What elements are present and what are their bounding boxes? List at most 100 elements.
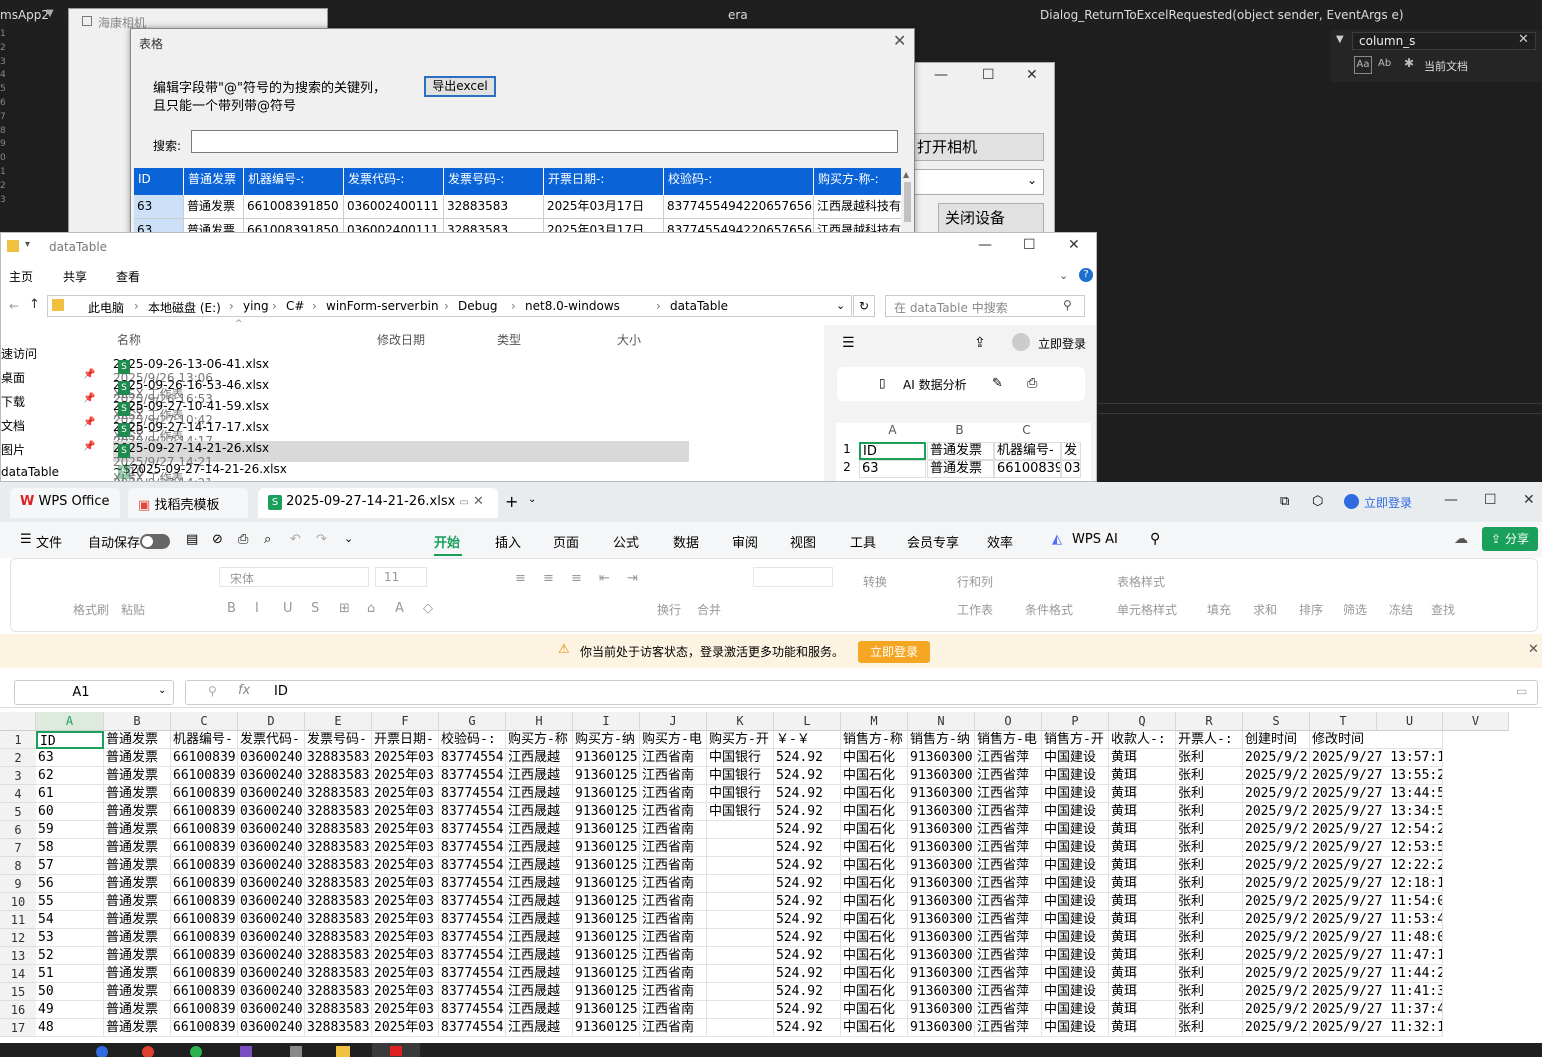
breadcrumb-item[interactable]: bin bbox=[420, 299, 439, 313]
cell[interactable]: 江西晟越 bbox=[506, 803, 573, 821]
cell[interactable]: 03600240 bbox=[238, 785, 305, 803]
column-header[interactable]: 大小 bbox=[617, 331, 641, 348]
visual-studio-icon[interactable] bbox=[240, 1046, 252, 1057]
cell[interactable]: 江西晟越 bbox=[506, 839, 573, 857]
cell[interactable]: 524.92 bbox=[774, 893, 841, 911]
close-icon[interactable]: ✕ bbox=[893, 31, 906, 50]
maximize-icon[interactable]: ☐ bbox=[1023, 237, 1036, 253]
fill-color-icon[interactable]: ⌂ bbox=[367, 601, 375, 616]
cell[interactable]: 普通发票 bbox=[104, 947, 171, 965]
cell[interactable]: 中国石化 bbox=[841, 767, 908, 785]
grid-header[interactable]: 购买方-称-: bbox=[814, 168, 904, 195]
chevron-down-icon[interactable]: ⌄ bbox=[528, 494, 536, 505]
grid-cell[interactable]: 32883583 bbox=[444, 195, 544, 219]
cell[interactable]: 普通发票 bbox=[104, 803, 171, 821]
cell[interactable]: 江西晟越 bbox=[506, 1001, 573, 1019]
ribbon-merge[interactable]: 合并 bbox=[697, 601, 721, 618]
nav-item[interactable]: 文档 bbox=[1, 417, 25, 434]
row-header[interactable]: 15 bbox=[0, 983, 36, 1001]
cell[interactable]: 66100839 bbox=[171, 1019, 238, 1037]
cell[interactable]: 机器编号- bbox=[171, 731, 238, 749]
regex-icon[interactable]: ✱ bbox=[1404, 56, 1414, 70]
cell[interactable]: 66100839 bbox=[171, 893, 238, 911]
cell[interactable]: 中国石化 bbox=[841, 911, 908, 929]
save-icon[interactable]: ▤ bbox=[186, 532, 198, 547]
cell[interactable]: 32883583 bbox=[305, 929, 372, 947]
cell[interactable]: 91360125 bbox=[573, 803, 640, 821]
column-header[interactable]: 名称 bbox=[117, 331, 141, 348]
cell[interactable]: 普通发票 bbox=[104, 785, 171, 803]
row-header[interactable]: 2 bbox=[0, 749, 36, 767]
cell[interactable]: 江西省萍 bbox=[975, 911, 1042, 929]
breadcrumb-item[interactable]: dataTable bbox=[670, 299, 728, 313]
cell[interactable]: 32883583 bbox=[305, 893, 372, 911]
cell[interactable]: 中国建设 bbox=[1042, 749, 1109, 767]
cell[interactable]: 91360300 bbox=[908, 767, 975, 785]
cell[interactable]: 黄珥 bbox=[1109, 1019, 1176, 1037]
cell[interactable]: 524.92 bbox=[774, 965, 841, 983]
cell[interactable]: 购买方-开 bbox=[707, 731, 774, 749]
cell[interactable]: 66100839 bbox=[171, 857, 238, 875]
share-button[interactable]: ⇪ 分享 bbox=[1482, 527, 1538, 551]
cell[interactable]: 52 bbox=[36, 947, 104, 965]
cell[interactable]: 2025/9/2 bbox=[1243, 803, 1310, 821]
cell[interactable]: 中国建设 bbox=[1042, 911, 1109, 929]
cell[interactable]: 2025/9/2 bbox=[1243, 821, 1310, 839]
cell[interactable]: 江西省南 bbox=[640, 1001, 707, 1019]
cell[interactable]: 2025/9/2 bbox=[1243, 983, 1310, 1001]
cell[interactable]: 03600240 bbox=[238, 893, 305, 911]
minimize-icon[interactable]: — bbox=[978, 237, 992, 253]
number-format-select[interactable] bbox=[753, 567, 833, 587]
cell[interactable]: 2025/9/2 bbox=[1243, 893, 1310, 911]
cell[interactable]: 32883583 bbox=[305, 749, 372, 767]
column-header[interactable]: M bbox=[841, 712, 908, 731]
cell[interactable] bbox=[707, 911, 774, 929]
vs-scope[interactable]: 当前文档 bbox=[1424, 58, 1468, 74]
file-row[interactable]: S 2025-09-26-13-06-41.xlsx 2025/9/26 13:06… bbox=[113, 357, 689, 416]
name-box[interactable]: A1 bbox=[14, 680, 174, 705]
column-header[interactable]: O bbox=[975, 712, 1042, 731]
menu-item[interactable]: 自动保存 bbox=[88, 532, 140, 551]
maximize-icon[interactable]: ☐ bbox=[1484, 492, 1497, 508]
ribbon-find[interactable]: 查找 bbox=[1431, 601, 1455, 618]
row-header[interactable]: 8 bbox=[0, 857, 36, 875]
tab-wps-office[interactable]: W WPS Office bbox=[10, 488, 120, 518]
cell[interactable]: 48 bbox=[36, 1019, 104, 1037]
search-input[interactable] bbox=[191, 130, 898, 153]
cell[interactable]: 江西晟越 bbox=[506, 947, 573, 965]
cell[interactable]: 2025年03 bbox=[372, 821, 439, 839]
ribbon-sort[interactable]: 排序 bbox=[1299, 601, 1323, 618]
cell[interactable]: 03600240 bbox=[238, 965, 305, 983]
cell[interactable]: 中国建设 bbox=[1042, 1019, 1109, 1037]
row-header[interactable]: 3 bbox=[0, 767, 36, 785]
cell[interactable]: 32883583 bbox=[305, 785, 372, 803]
underline-icon[interactable]: U bbox=[283, 601, 293, 616]
cell[interactable]: 91360125 bbox=[573, 947, 640, 965]
cell[interactable]: 黄珥 bbox=[1109, 911, 1176, 929]
window-mode-icon[interactable]: ▭ bbox=[459, 497, 468, 508]
menu-item[interactable]: 页面 bbox=[553, 532, 579, 551]
cell[interactable]: 张利 bbox=[1176, 1001, 1243, 1019]
ribbon-freeze[interactable]: 冻结 bbox=[1389, 601, 1413, 618]
cell[interactable]: 2025年03 bbox=[372, 785, 439, 803]
cell[interactable]: 江西省萍 bbox=[975, 803, 1042, 821]
formula-input[interactable]: ID bbox=[185, 680, 1538, 705]
window-switch-icon[interactable]: ⧉ bbox=[1280, 494, 1289, 509]
row-header[interactable]: 10 bbox=[0, 893, 36, 911]
column-header[interactable]: J bbox=[640, 712, 707, 731]
cell[interactable]: 54 bbox=[36, 911, 104, 929]
row-header[interactable]: 12 bbox=[0, 929, 36, 947]
cell[interactable]: 50 bbox=[36, 983, 104, 1001]
row-header[interactable]: 11 bbox=[0, 911, 36, 929]
ribbon-cond[interactable]: 条件格式 bbox=[1025, 601, 1073, 618]
column-header[interactable]: E bbox=[305, 712, 372, 731]
close-icon[interactable]: ✕ bbox=[1518, 32, 1529, 47]
menu-item[interactable]: 开始 bbox=[434, 532, 460, 551]
cell[interactable] bbox=[707, 983, 774, 1001]
cell[interactable]: 32883583 bbox=[305, 965, 372, 983]
column-header[interactable]: C bbox=[171, 712, 238, 731]
cell[interactable]: 黄珥 bbox=[1109, 1001, 1176, 1019]
menu-item[interactable]: WPS AI bbox=[1072, 532, 1118, 547]
search-icon[interactable]: ⚲ bbox=[1150, 531, 1160, 547]
select-all-corner[interactable] bbox=[0, 712, 36, 731]
